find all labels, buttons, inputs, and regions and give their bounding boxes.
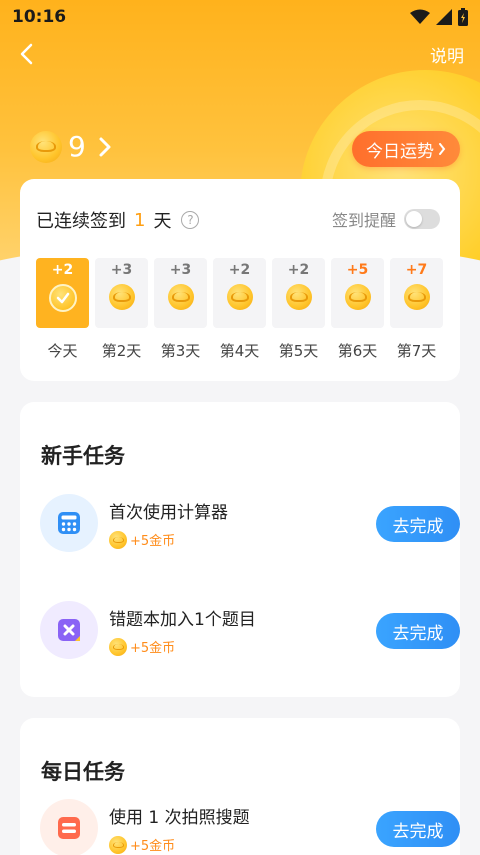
task-reward-text: +5金币 [130, 839, 176, 854]
coin-balance[interactable]: 9 [30, 130, 112, 163]
day-label: 第3天 [160, 342, 201, 360]
coin-icon [167, 284, 194, 310]
go-complete-button[interactable]: 去完成 [376, 506, 460, 542]
day-reward-box: +2 [272, 258, 325, 328]
top-bar: 说明 [0, 34, 480, 74]
today-fortune-button[interactable]: 今日运势 [352, 131, 460, 167]
section-title: 新手任务 [41, 444, 125, 468]
chevron-right-icon [99, 137, 111, 156]
day-label: 第4天 [219, 342, 260, 360]
signin-days-row: +2 今天 +3 第2天 +3 第3天 +2 第4天 +2 第5天 +5 第6天 +7 第7天 [36, 258, 443, 361]
go-complete-button[interactable]: 去完成 [376, 613, 460, 649]
task-item: 使用 1 次拍照搜题 +5金币 去完成 [40, 799, 460, 855]
day-label: 第5天 [278, 342, 319, 360]
day-reward-box: +2 [36, 258, 89, 328]
signal-icon [436, 9, 452, 25]
day-reward-box: +3 [95, 258, 148, 328]
calculator-icon [40, 494, 98, 552]
coin-icon [109, 637, 127, 656]
coin-icon [403, 284, 430, 310]
signin-day[interactable]: +2 今天 [36, 258, 89, 361]
task-reward-text: +5金币 [130, 641, 176, 656]
day-reward-amount: +3 [169, 262, 192, 278]
coin-icon [226, 284, 253, 310]
day-reward-amount: +5 [346, 262, 369, 278]
battery-icon [458, 8, 468, 26]
day-reward-amount: +2 [287, 262, 310, 278]
remind-toggle[interactable] [404, 209, 440, 229]
fortune-label: 今日运势 [366, 141, 434, 162]
streak-prefix: 已连续签到 [36, 211, 126, 232]
day-reward-amount: +2 [228, 262, 251, 278]
section-title: 每日任务 [41, 760, 125, 784]
newbie-tasks-card: 新手任务 首次使用计算器 +5金币 去完成 错题本加入1个题目 +5金币 去完成 [20, 402, 460, 697]
coin-icon [109, 835, 127, 854]
day-label: 第6天 [337, 342, 378, 360]
wifi-icon [410, 9, 430, 24]
go-complete-button[interactable]: 去完成 [376, 811, 460, 847]
back-arrow-icon [20, 43, 33, 65]
task-reward-text: +5金币 [130, 534, 176, 549]
day-reward-box: +2 [213, 258, 266, 328]
streak-days: 1 [134, 209, 146, 231]
task-reward: +5金币 [109, 637, 175, 656]
day-label: 今天 [47, 342, 78, 360]
signin-card: 已连续签到 1 天 ? 签到提醒 +2 今天 +3 第2天 +3 第3天 +2 第4天 +2 第5… [20, 179, 460, 381]
explain-link[interactable]: 说明 [430, 42, 464, 67]
signin-reminder: 签到提醒 [332, 207, 440, 231]
signin-day[interactable]: +3 第2天 [95, 258, 148, 361]
day-reward-box: +3 [154, 258, 207, 328]
task-reward: +5金币 [109, 530, 175, 549]
status-bar: 10:16 [0, 0, 480, 34]
streak-suffix: 天 [153, 211, 172, 232]
day-reward-box: +7 [390, 258, 443, 328]
coin-icon [30, 130, 62, 163]
back-button[interactable] [10, 38, 42, 70]
day-reward-amount: +2 [51, 262, 74, 278]
day-reward-amount: +3 [110, 262, 133, 278]
day-reward-box: +5 [331, 258, 384, 328]
status-time: 10:16 [12, 7, 67, 27]
day-reward-amount: +7 [405, 262, 428, 278]
help-icon[interactable]: ? [181, 211, 200, 229]
task-title: 错题本加入1个题目 [109, 610, 256, 630]
task-title: 使用 1 次拍照搜题 [109, 808, 250, 828]
day-label: 第7天 [396, 342, 437, 360]
checked-coin-icon [48, 284, 77, 312]
daily-tasks-card: 每日任务 使用 1 次拍照搜题 +5金币 去完成 [20, 718, 460, 855]
signin-day[interactable]: +7 第7天 [390, 258, 443, 361]
status-icons [410, 8, 468, 26]
signin-streak-title: 已连续签到 1 天 ? [36, 207, 200, 233]
coin-icon [109, 530, 127, 549]
day-label: 第2天 [101, 342, 142, 360]
chevron-right-icon [439, 143, 446, 155]
task-item: 首次使用计算器 +5金币 去完成 [40, 494, 460, 564]
signin-day[interactable]: +2 第4天 [213, 258, 266, 361]
coin-icon [344, 284, 371, 310]
task-reward: +5金币 [109, 835, 175, 854]
signin-day[interactable]: +5 第6天 [331, 258, 384, 361]
remind-label: 签到提醒 [331, 211, 396, 230]
wrong-book-icon [40, 601, 98, 659]
task-item: 错题本加入1个题目 +5金币 去完成 [40, 601, 460, 671]
coin-count: 9 [68, 130, 86, 163]
signin-day[interactable]: +2 第5天 [272, 258, 325, 361]
coin-icon [108, 284, 135, 310]
task-title: 首次使用计算器 [109, 503, 228, 523]
photo-search-icon [40, 799, 98, 855]
signin-day[interactable]: +3 第3天 [154, 258, 207, 361]
coin-icon [285, 284, 312, 310]
